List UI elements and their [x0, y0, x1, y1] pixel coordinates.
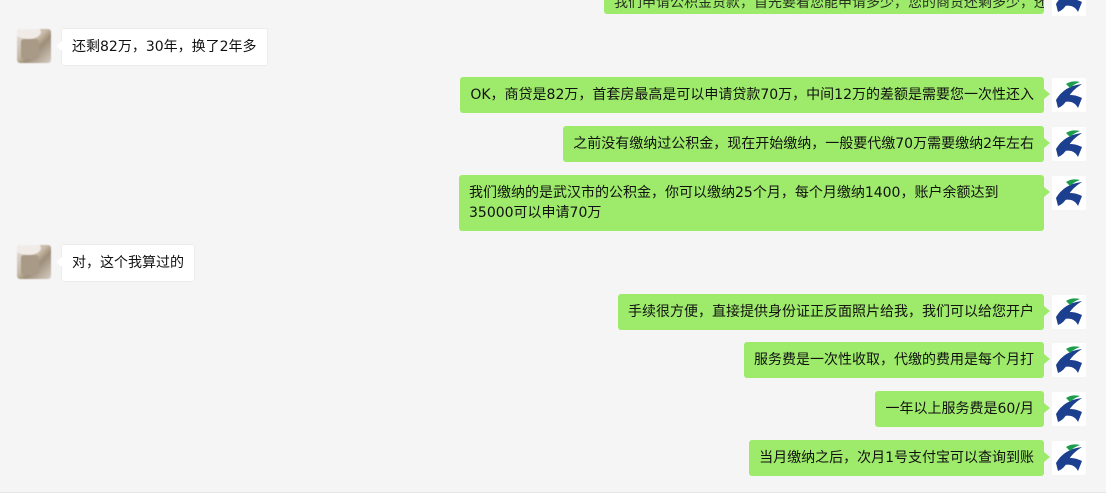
outgoing-message-bubble[interactable]: 我们申请公积金贷款，首先要看您能申请多少，您的商贷还剩多少，还多少年，还了多少年: [604, 0, 1044, 14]
customer-avatar[interactable]: [17, 245, 51, 279]
agent-avatar[interactable]: [1052, 392, 1086, 426]
message-text: 之前没有缴纳过公积金，现在开始缴纳，一般要代缴70万需要缴纳2年左右: [573, 136, 1034, 152]
customer-avatar[interactable]: [17, 29, 51, 63]
message-text: 对，这个我算过的: [72, 255, 184, 271]
outgoing-message-bubble[interactable]: 之前没有缴纳过公积金，现在开始缴纳，一般要代缴70万需要缴纳2年左右: [563, 126, 1050, 162]
outgoing-message-bubble[interactable]: 当月缴纳之后，次月1号支付宝可以查询到账: [749, 440, 1050, 476]
chat-window: 我们申请公积金贷款，首先要看您能申请多少，您的商贷还剩多少，还多少年，还了多少年…: [0, 0, 1106, 493]
message-text: OK，商贷是82万，首套房最高是可以申请贷款70万，中间12万的差额是需要您一次…: [470, 87, 1034, 103]
agent-avatar[interactable]: [1052, 78, 1086, 112]
message-text: 一年以上服务费是60/月: [885, 401, 1034, 417]
bird-logo-icon: [1056, 444, 1082, 471]
outgoing-message-bubble[interactable]: 手续很方便，直接提供身份证正反面照片给我，我们可以给您开户: [618, 294, 1050, 330]
agent-avatar[interactable]: [1052, 127, 1086, 161]
bird-logo-icon: [1056, 0, 1082, 12]
bird-logo-icon: [1056, 179, 1082, 206]
message-text: 我们申请公积金贷款，首先要看您能申请多少，您的商贷还剩多少，还多少年，还了多少年: [614, 0, 1044, 11]
incoming-message-bubble[interactable]: 还剩82万，30年，换了2年多: [56, 28, 268, 66]
message-text: 服务费是一次性收取，代缴的费用是每个月打: [754, 352, 1034, 368]
agent-avatar[interactable]: [1052, 0, 1086, 16]
agent-avatar[interactable]: [1052, 441, 1086, 475]
bird-logo-icon: [1056, 130, 1082, 157]
outgoing-message-bubble[interactable]: OK，商贷是82万，首套房最高是可以申请贷款70万，中间12万的差额是需要您一次…: [460, 77, 1050, 113]
bird-logo-icon: [1056, 81, 1082, 108]
outgoing-message-bubble[interactable]: 服务费是一次性收取，代缴的费用是每个月打: [744, 342, 1050, 378]
outgoing-message-bubble[interactable]: 我们缴纳的是武汉市的公积金，你可以缴纳25个月，每个月缴纳1400，账户余额达到…: [459, 175, 1050, 231]
incoming-message-bubble[interactable]: 对，这个我算过的: [56, 244, 195, 282]
agent-avatar[interactable]: [1052, 176, 1086, 210]
agent-avatar[interactable]: [1052, 343, 1086, 377]
message-text: 还剩82万，30年，换了2年多: [72, 39, 257, 55]
message-text: 当月缴纳之后，次月1号支付宝可以查询到账: [759, 450, 1034, 466]
bird-logo-icon: [1056, 395, 1082, 422]
bird-logo-icon: [1056, 298, 1082, 325]
bird-logo-icon: [1056, 346, 1082, 373]
agent-avatar[interactable]: [1052, 295, 1086, 329]
outgoing-message-bubble[interactable]: 一年以上服务费是60/月: [875, 391, 1050, 427]
message-text: 我们缴纳的是武汉市的公积金，你可以缴纳25个月，每个月缴纳1400，账户余额达到…: [469, 185, 999, 221]
message-text: 手续很方便，直接提供身份证正反面照片给我，我们可以给您开户: [628, 304, 1034, 320]
